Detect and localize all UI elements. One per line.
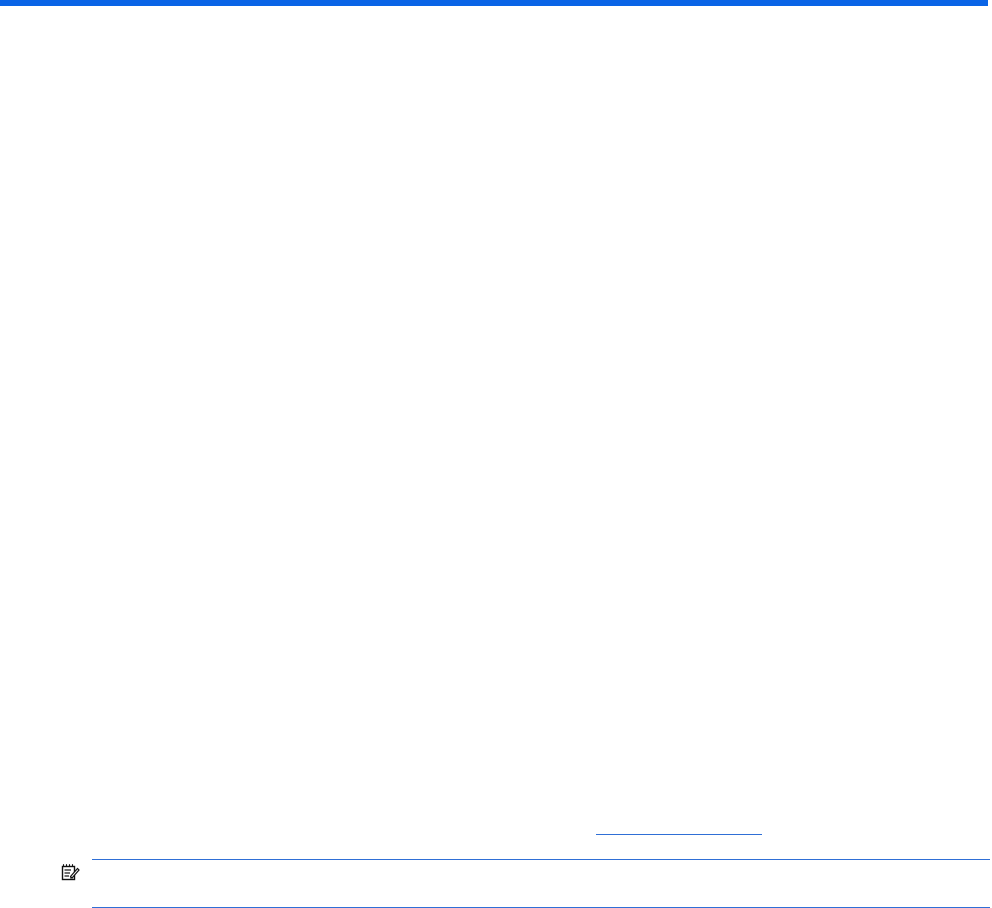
note-top-rule	[92, 859, 990, 860]
hyperlink-underline[interactable]	[596, 834, 762, 835]
note-icon	[61, 864, 80, 881]
header-rule	[0, 0, 988, 6]
